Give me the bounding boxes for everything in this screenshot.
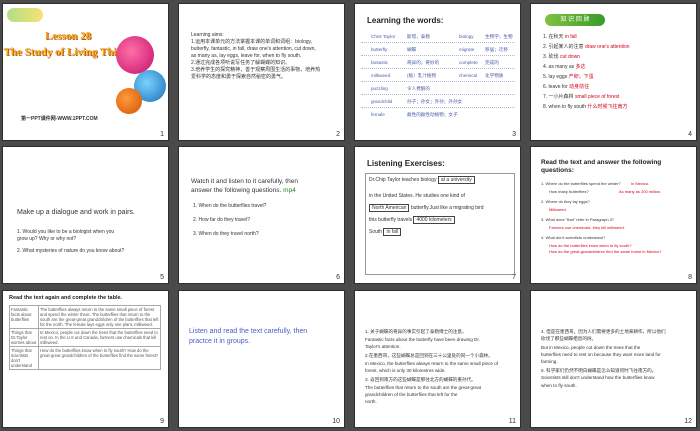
- decorative-shape: [7, 8, 43, 22]
- slide-thumbnail-1[interactable]: Lesson 28 The Study of Living Things 第一P…: [2, 3, 169, 141]
- slide-number: 5: [160, 274, 164, 281]
- slide-thumbnail-10[interactable]: Listen and read the text carefully, then…: [178, 290, 345, 428]
- slide-number: 9: [160, 418, 164, 425]
- prompt-text: practce it in groups.: [189, 338, 251, 345]
- slide-number: 11: [508, 418, 516, 425]
- slide-number: 3: [512, 131, 516, 138]
- slide-heading: Read the text and answer the following: [541, 159, 662, 166]
- slide-number: 12: [684, 418, 692, 425]
- aims-heading: Learning aims:: [191, 32, 224, 38]
- slide-number: 4: [688, 131, 692, 138]
- slide-number: 1: [160, 131, 164, 138]
- question-line: 3. When do they travel north?: [193, 231, 259, 237]
- question-line: 1. When do the butterflies travel?: [193, 203, 267, 209]
- slide-thumbnail-11[interactable]: 1. 关于蝴蝶的奇异的事实引起了泰勒博士的注意。 Fantastic facts…: [354, 290, 521, 428]
- aims-line: 1.运用本课单元的方法掌握本课的单词和词组：biology,: [191, 39, 313, 45]
- slide-number: 6: [336, 274, 340, 281]
- prompt-text: Watch it and listen to it carefully, the…: [191, 178, 298, 185]
- slide-thumbnail-grid: Lesson 28 The Study of Living Things 第一P…: [0, 0, 700, 431]
- table-row: Fantastic facts about butterflies The but…: [9, 305, 161, 329]
- table-row: Things that scientists don't understand H…: [9, 346, 161, 370]
- aims-line: butterfly, fantastic, in fall, draw one'…: [191, 46, 316, 52]
- slide-thumbnail-6[interactable]: Watch it and listen to it carefully, the…: [178, 146, 345, 284]
- question-line: grow up? Why or why not?: [17, 236, 77, 242]
- video-link[interactable]: mp4: [283, 187, 296, 194]
- facts-table: Fantastic facts about butterflies The but…: [9, 305, 161, 370]
- divider: [361, 55, 515, 56]
- aims-line: as many as, lay eggs, leave for, when to…: [191, 53, 302, 59]
- divider: [361, 68, 515, 69]
- divider: [361, 107, 515, 108]
- slide-thumbnail-12[interactable]: 4. 但是在墨西哥，因为人们需要更多的土地来耕作，所以他们 砍伐了那些蝴蝶栖息的…: [530, 290, 697, 428]
- divider: [361, 42, 515, 43]
- aims-line: 爱科学的态度和勇于探索自然秘密的勇气。: [191, 74, 287, 80]
- slide-thumbnail-2[interactable]: Learning aims: 1.运用本课单元的方法掌握本课的单词和词组：bio…: [178, 3, 345, 141]
- slide-heading: Read the text again and complete the tab…: [9, 295, 123, 301]
- slide-number: 7: [512, 274, 516, 281]
- decorative-ball: [116, 88, 142, 114]
- divider: [361, 81, 515, 82]
- slide-heading: Listening Exercises:: [367, 159, 445, 168]
- slide-thumbnail-3[interactable]: Learning the words: Chris Taylor 斯塔，泰勒 bio…: [354, 3, 521, 141]
- question-line: 1. Would you like to be a biologist when…: [17, 229, 115, 235]
- slide-number: 8: [688, 274, 692, 281]
- slide-thumbnail-7[interactable]: Listening Exercises: Dr.Chip Taylor teac…: [354, 146, 521, 284]
- slide-thumbnail-4[interactable]: 知 识 回 顾 1. 在秋天 in fall 2. 引起某人的注意 draw o…: [530, 3, 697, 141]
- lesson-number: Lesson 28: [44, 30, 92, 42]
- aims-line: 2.通过完成各项听说写任务了解蝴蝶的知识。: [191, 60, 291, 66]
- slide-number: 2: [336, 131, 340, 138]
- slide-thumbnail-9[interactable]: Read the text again and complete the tab…: [2, 290, 169, 428]
- decorative-ball: [116, 36, 154, 74]
- prompt-text: Make up a dialogue and work in pairs.: [17, 209, 135, 216]
- table-row: Things that Dr.Taylor worries about In Me…: [9, 328, 161, 347]
- lesson-title: The Study of Living Things: [3, 46, 133, 58]
- prompt-text: Listen and read the text carefully, then: [189, 328, 308, 335]
- slide-thumbnail-5[interactable]: Make up a dialogue and work in pairs. 1.…: [2, 146, 169, 284]
- aims-line: 3.培养学生的探究精神，善于观察周围生活的事物，培养热: [191, 67, 321, 73]
- divider: [361, 94, 515, 95]
- question-line: 2. How far do they travel?: [193, 217, 250, 223]
- exercise-box: [365, 173, 515, 275]
- slide-heading: questions:: [541, 167, 574, 174]
- slide-thumbnail-8[interactable]: Read the text and answer the following q…: [530, 146, 697, 284]
- question-line: 2. What mysteries of nature do you know …: [17, 248, 125, 254]
- section-banner: 知 识 回 顾: [545, 14, 605, 26]
- slide-heading: Learning the words:: [367, 16, 444, 25]
- site-label: 第一PPT课件网-WWW.1PPT.COM: [21, 116, 98, 122]
- slide-number: 10: [332, 418, 340, 425]
